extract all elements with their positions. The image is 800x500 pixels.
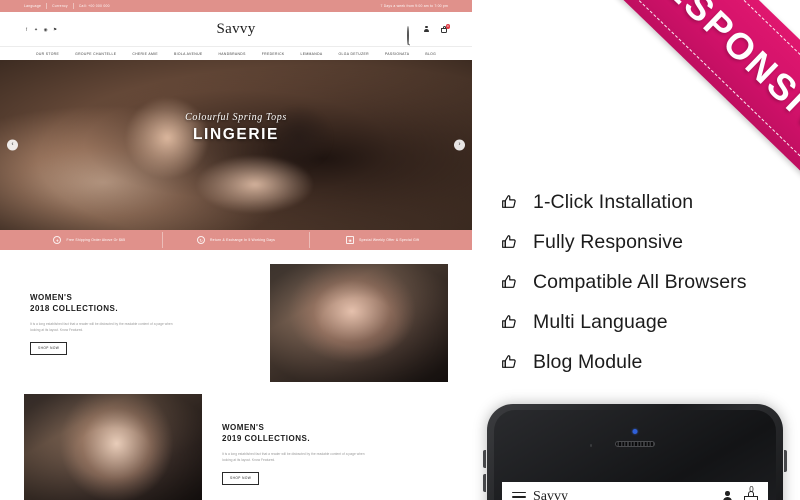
collection-2018-shop-now-button[interactable]: SHOP NOW — [30, 341, 68, 355]
service-offers: ❀ Special Weekly Offer & Special Gift — [309, 236, 456, 244]
feature-item-fully-responsive: Fully Responsive — [500, 222, 800, 262]
topbar-language[interactable]: Language — [24, 3, 48, 9]
ribbon-label: RESPONSIVE — [635, 0, 800, 159]
website-preview: Language Currency Call: +00 000 000 7 Da… — [0, 0, 472, 500]
topbar-hours: 7 Days a week from 9:00 am to 7:00 pm — [380, 4, 448, 8]
collection-row-2018: WOMEN'S 2018 COLLECTIONS. It is a long e… — [24, 264, 448, 382]
nav-item-cherie-amie[interactable]: Cherie Amie — [124, 51, 166, 57]
mobile-navbar: Savvy 0 — [502, 482, 768, 500]
collection-2018-heading-line2: 2018 COLLECTIONS. — [30, 303, 119, 313]
thumbs-up-icon — [500, 233, 518, 251]
nav-item-handbrands[interactable]: Handbrands — [210, 51, 253, 57]
feature-item-1-click-installation: 1-Click Installation — [500, 182, 800, 222]
collection-row-2019: WOMEN'S 2019 COLLECTIONS. It is a long e… — [24, 394, 448, 500]
phone-power-button — [784, 450, 787, 472]
nav-item-lemmanda[interactable]: Lemmanda — [292, 51, 330, 57]
collection-2019-heading-line1: WOMEN'S — [222, 422, 265, 432]
promo-template-screenshot: Language Currency Call: +00 000 000 7 Da… — [0, 0, 800, 500]
user-icon[interactable] — [723, 491, 732, 500]
collection-2019-heading-line2: 2019 COLLECTIONS. — [222, 433, 311, 443]
refresh-icon: ↻ — [197, 236, 206, 244]
thumbs-up-icon — [500, 353, 518, 371]
service-returns: ↻ Return & Exchange In 5 Working Days — [163, 232, 310, 248]
hamburger-icon[interactable] — [512, 491, 526, 500]
mobile-logo[interactable]: Savvy — [533, 489, 568, 500]
header-icons: 0 — [407, 24, 451, 45]
collection-2019-body: It is a long established fact that a rea… — [222, 451, 365, 462]
phone-screen: Savvy 0 — [502, 482, 768, 500]
nav-item-frederick[interactable]: Frederick — [254, 51, 293, 57]
mobile-cart-basket — [744, 495, 758, 500]
feature-item-compatible-all-browsers: Compatible All Browsers — [500, 262, 800, 302]
feature-label-compatible-all-browsers: Compatible All Browsers — [533, 270, 747, 293]
nav-item-olga-detuzer[interactable]: Olga Detuzer — [331, 51, 377, 57]
services-strip: ✈ Free Shipping Order Above Or $65 ↻ Ret… — [0, 230, 472, 250]
feature-label-multi-language: Multi Language — [533, 310, 668, 333]
cart-count-badge: 0 — [445, 24, 451, 29]
slider-prev-button[interactable]: ‹ — [7, 139, 18, 151]
hero-title: LINGERIE — [192, 126, 279, 143]
phone-camera-icon — [632, 429, 638, 434]
collection-2019-image[interactable] — [24, 394, 202, 500]
topbar-links: Language Currency Call: +00 000 000 — [24, 3, 115, 9]
truck-icon: ✈ — [53, 236, 62, 244]
topbar-phone: Call: +00 000 000 — [78, 4, 110, 8]
thumbs-up-icon — [500, 273, 518, 291]
phone-sensor-icon — [589, 444, 593, 447]
feature-label-blog-module: Blog Module — [533, 350, 643, 373]
collections-section: WOMEN'S 2018 COLLECTIONS. It is a long e… — [0, 250, 472, 500]
gift-icon: ❀ — [346, 236, 355, 244]
nav-item-our-store[interactable]: Our Store — [28, 51, 67, 57]
cart-icon[interactable]: 0 — [441, 24, 451, 34]
slider-next-button[interactable]: › — [454, 139, 465, 151]
collection-2019-shop-now-button[interactable]: SHOP NOW — [222, 471, 260, 485]
feature-item-multi-language: Multi Language — [500, 302, 800, 342]
feature-list: 1-Click Installation Fully Responsive Co… — [500, 182, 800, 382]
hero-vignette — [0, 60, 472, 230]
utility-topbar: Language Currency Call: +00 000 000 7 Da… — [0, 0, 472, 12]
service-shipping-label: Free Shipping Order Above Or $65 — [66, 238, 126, 242]
collection-2019-text: WOMEN'S 2019 COLLECTIONS. It is a long e… — [216, 394, 448, 500]
thumbs-up-icon — [500, 193, 518, 211]
phone-volume-down-button — [483, 474, 486, 492]
collection-2018-heading-line1: WOMEN'S — [30, 292, 73, 302]
service-returns-label: Return & Exchange In 5 Working Days — [210, 238, 275, 242]
hero-slider: Colourful Spring Tops LINGERIE ‹ › — [0, 60, 472, 230]
main-navigation: Our Store Groupe Chantelle Cherie Amie B… — [0, 46, 472, 60]
search-icon[interactable] — [407, 25, 414, 45]
service-shipping: ✈ Free Shipping Order Above Or $65 — [16, 232, 163, 248]
topbar-currency[interactable]: Currency — [47, 3, 74, 9]
nav-item-biola-avenue[interactable]: Biola Avenue — [166, 51, 210, 57]
cart-basket — [441, 28, 448, 33]
feature-label-fully-responsive: Fully Responsive — [533, 230, 684, 253]
phone-volume-up-button — [483, 450, 486, 468]
mobile-nav-icons: 0 — [723, 485, 758, 500]
thumbs-up-icon — [500, 313, 518, 331]
user-icon[interactable] — [424, 25, 431, 33]
site-header: f ✦ ◉ ⚑ Savvy 0 — [0, 12, 472, 46]
feature-label-1-click-installation: 1-Click Installation — [533, 190, 694, 213]
phone-speaker-grille — [615, 441, 655, 447]
collection-2018-image[interactable] — [270, 264, 448, 382]
phone-body: Savvy 0 — [494, 410, 776, 500]
nav-item-blog[interactable]: Blog — [417, 51, 444, 57]
service-offers-label: Special Weekly Offer & Special Gift — [359, 238, 420, 242]
site-logo[interactable]: Savvy — [0, 21, 472, 38]
nav-item-groupe-chantelle[interactable]: Groupe Chantelle — [67, 51, 124, 57]
phone-mockup: Savvy 0 — [483, 404, 787, 500]
collection-2018-body: It is a long established fact that a rea… — [30, 321, 173, 332]
collection-2018-text: WOMEN'S 2018 COLLECTIONS. It is a long e… — [24, 264, 256, 382]
cart-icon[interactable]: 0 — [744, 485, 758, 500]
hero-caption: Colourful Spring Tops LINGERIE — [0, 112, 472, 144]
feature-item-blog-module: Blog Module — [500, 342, 800, 382]
nav-item-passionata[interactable]: Passionata — [377, 51, 417, 57]
hero-subtitle: Colourful Spring Tops — [185, 112, 287, 123]
